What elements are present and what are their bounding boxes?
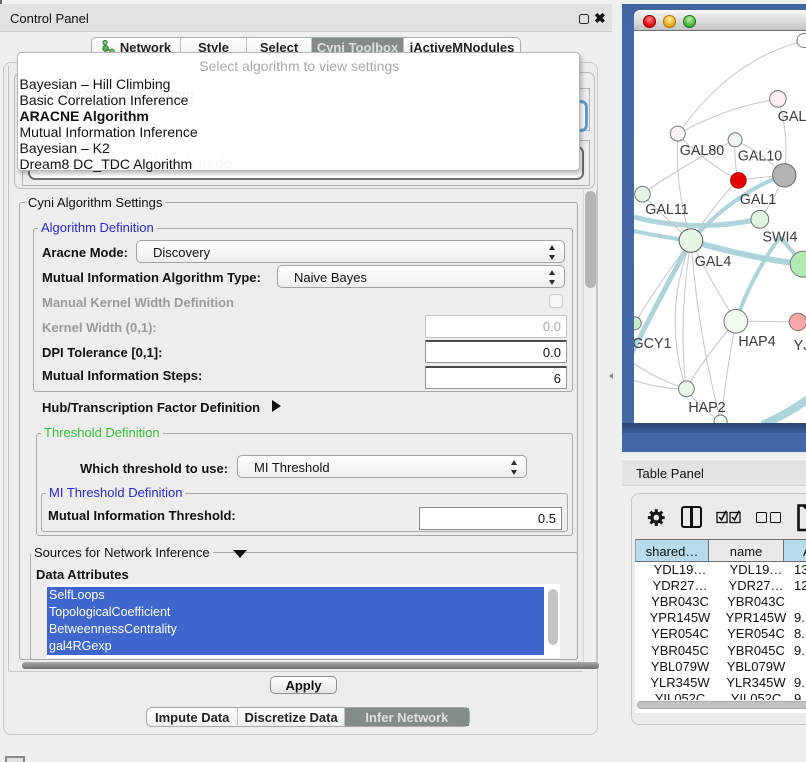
svg-text:GAL1: GAL1 — [740, 192, 777, 208]
svg-text:GAL10: GAL10 — [738, 149, 783, 165]
svg-text:HAP4: HAP4 — [738, 334, 775, 350]
svg-text:GAL4: GAL4 — [695, 254, 732, 270]
svg-text:YJ: YJ — [794, 338, 806, 354]
svg-text:SWI4: SWI4 — [763, 230, 798, 246]
svg-text:GAL11: GAL11 — [645, 202, 688, 218]
svg-text:HAP2: HAP2 — [688, 400, 725, 416]
svg-text:GAL80: GAL80 — [680, 143, 725, 159]
svg-text:GCY1: GCY1 — [634, 336, 672, 352]
svg-text:GAL7: GAL7 — [778, 109, 806, 125]
